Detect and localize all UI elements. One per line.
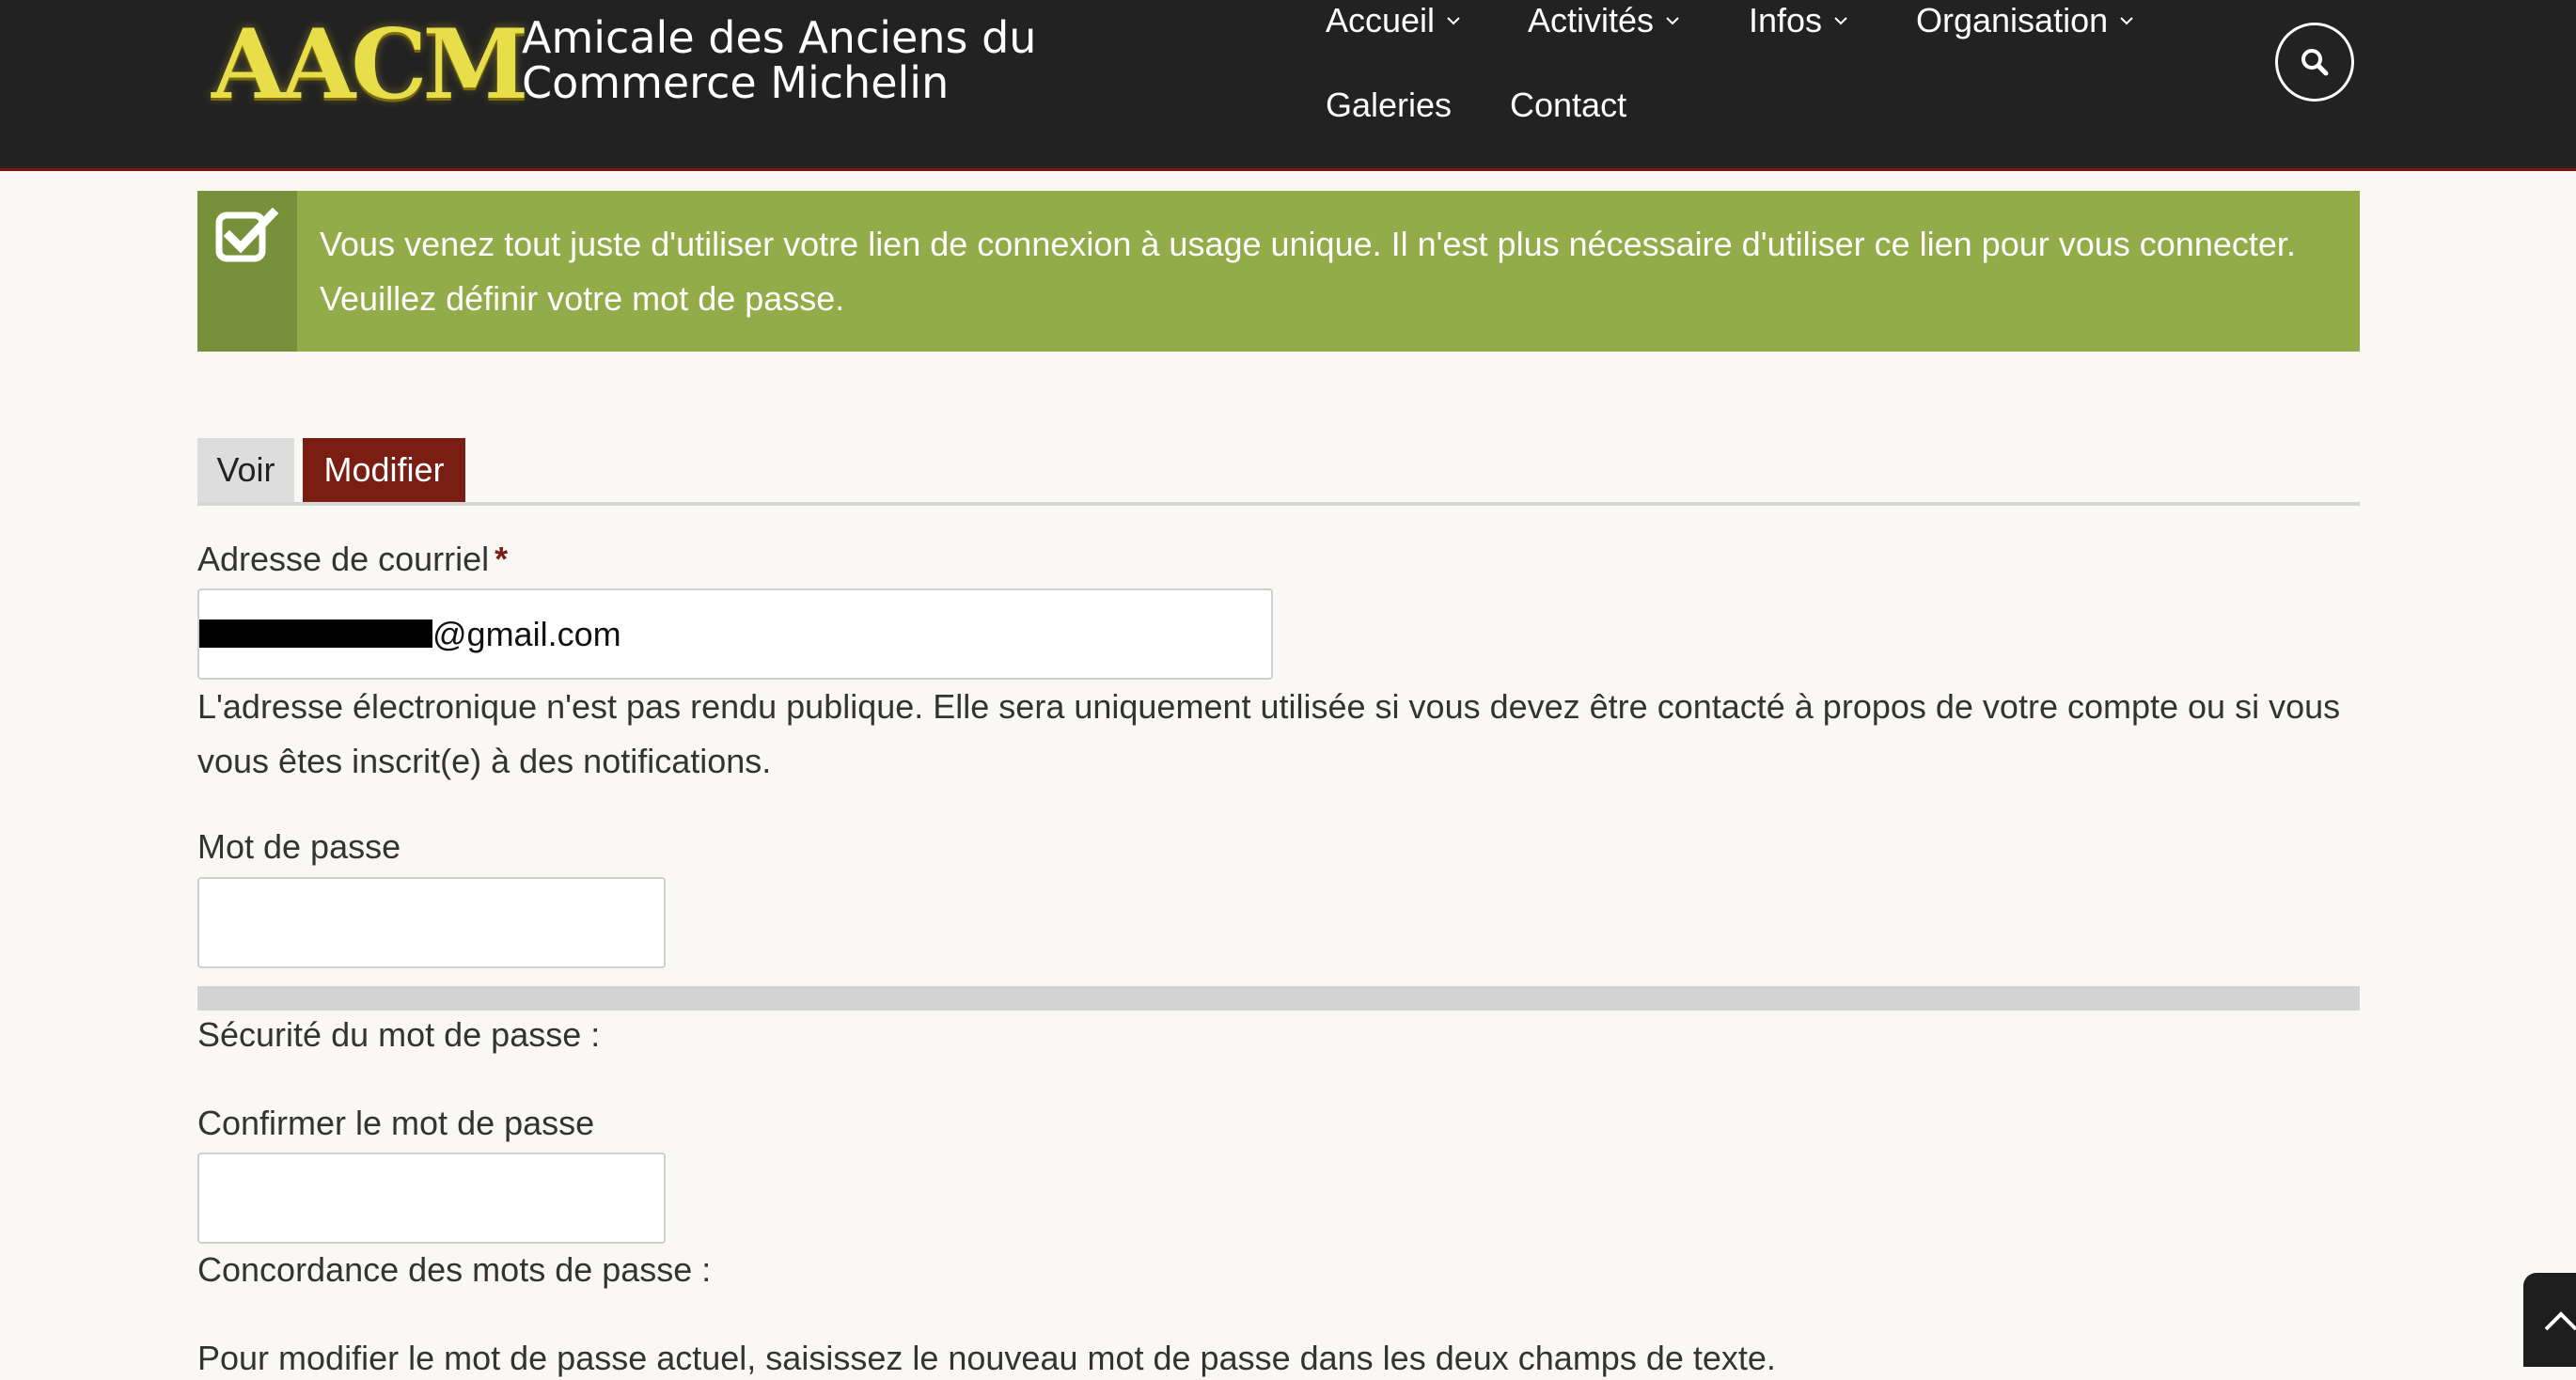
chevron-up-icon xyxy=(2544,1311,2576,1331)
nav-item-organisation[interactable]: Organisation xyxy=(1916,0,2136,41)
tab-modifier[interactable]: Modifier xyxy=(303,438,465,502)
confirm-password-field[interactable] xyxy=(197,1153,666,1244)
email-help-line1: L'adresse électronique n'est pas rendu p… xyxy=(197,687,2341,726)
email-value-visible: @gmail.com xyxy=(432,615,621,653)
password-label: Mot de passe xyxy=(197,827,401,866)
email-value: @gmail.com xyxy=(199,590,621,678)
back-to-top-button[interactable] xyxy=(2523,1273,2576,1367)
status-line1: Vous venez tout juste d'utiliser votre l… xyxy=(320,225,2296,263)
status-message: Vous venez tout juste d'utiliser votre l… xyxy=(197,191,2360,352)
site-logo[interactable]: AACM xyxy=(212,13,528,117)
chevron-down-icon xyxy=(1666,17,1679,25)
nav-item-label: Organisation xyxy=(1916,1,2109,39)
required-marker: * xyxy=(495,540,509,578)
chevron-down-icon xyxy=(2120,17,2133,25)
email-field[interactable]: @gmail.com xyxy=(197,588,1273,680)
main-nav: Accueil Activités Infos Organisation Gal… xyxy=(1326,0,2172,160)
site-name-line1: Amicale des Anciens du xyxy=(522,12,1037,63)
nav-item-label: Galeries xyxy=(1326,86,1453,124)
nav-item-label: Accueil xyxy=(1326,1,1436,39)
email-description: L'adresse électronique n'est pas rendu p… xyxy=(197,680,2360,789)
chevron-down-icon xyxy=(1834,17,1847,25)
nav-item-label: Infos xyxy=(1749,1,1823,39)
nav-item-accueil[interactable]: Accueil xyxy=(1326,0,1463,41)
status-icon-column xyxy=(197,191,297,352)
nav-item-label: Contact xyxy=(1510,86,1627,124)
logo-text: AACM xyxy=(212,8,528,121)
account-tabs: Voir Modifier xyxy=(197,438,2360,506)
chevron-down-icon xyxy=(1447,17,1460,25)
password-instructions: Pour modifier le mot de passe actuel, sa… xyxy=(197,1339,1776,1377)
password-strength-bar xyxy=(197,986,2360,1011)
email-label-text: Adresse de courriel xyxy=(197,540,490,578)
site-name[interactable]: Amicale des Anciens du Commerce Michelin xyxy=(522,15,1105,105)
nav-item-contact[interactable]: Contact xyxy=(1510,85,1626,126)
search-icon xyxy=(2301,49,2329,76)
email-label: Adresse de courriel * xyxy=(197,540,508,579)
password-match-label: Concordance des mots de passe : xyxy=(197,1250,712,1289)
search-button[interactable] xyxy=(2275,23,2354,102)
site-header: AACM Amicale des Anciens du Commerce Mic… xyxy=(0,0,2576,171)
redaction-bar xyxy=(199,619,432,649)
password-field[interactable] xyxy=(197,877,666,968)
tab-voir[interactable]: Voir xyxy=(197,438,294,502)
nav-item-label: Activités xyxy=(1528,1,1655,39)
status-line2: Veuillez définir votre mot de passe. xyxy=(320,279,845,318)
email-help-line2: vous êtes inscrit(e) à des notifications… xyxy=(197,742,772,780)
password-strength-label: Sécurité du mot de passe : xyxy=(197,1015,601,1054)
status-text: Vous venez tout juste d'utiliser votre l… xyxy=(297,191,2296,352)
confirm-password-label: Confirmer le mot de passe xyxy=(197,1104,595,1142)
nav-item-infos[interactable]: Infos xyxy=(1749,0,1850,41)
site-name-line2: Commerce Michelin xyxy=(522,57,950,108)
nav-item-activites[interactable]: Activités xyxy=(1528,0,1682,41)
nav-item-galeries[interactable]: Galeries xyxy=(1326,85,1452,126)
checkbox-checked-icon xyxy=(215,208,279,262)
